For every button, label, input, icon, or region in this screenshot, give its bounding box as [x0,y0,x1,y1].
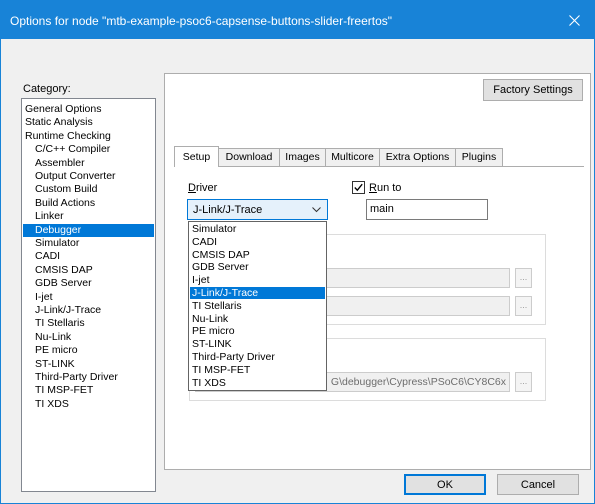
category-item[interactable]: ST-LINK [23,358,154,371]
tab-images[interactable]: Images [279,148,326,166]
category-item[interactable]: Runtime Checking [23,130,154,143]
tab-multicore[interactable]: Multicore [325,148,380,166]
browse-button-3[interactable]: ... [515,372,532,392]
driver-option[interactable]: Third-Party Driver [190,351,325,363]
check-icon [354,183,363,192]
close-icon [568,14,580,26]
driver-select-value: J-Link/J-Trace [193,204,263,216]
category-item[interactable]: CMSIS DAP [23,264,154,277]
tab-setup[interactable]: Setup [174,146,219,167]
cancel-button[interactable]: Cancel [497,474,579,495]
category-item[interactable]: GDB Server [23,277,154,290]
category-item[interactable]: C/C++ Compiler [23,143,154,156]
driver-option[interactable]: I-jet [190,274,325,286]
run-to-checkbox[interactable] [352,181,365,194]
category-item[interactable]: Debugger [23,223,154,237]
driver-option[interactable]: GDB Server [190,261,325,273]
run-to-input[interactable]: main [366,199,488,220]
category-item[interactable]: J-Link/J-Trace [23,304,154,317]
driver-option[interactable]: ST-LINK [190,338,325,350]
driver-option[interactable]: TI Stellaris [190,300,325,312]
tab-download[interactable]: Download [218,148,280,166]
category-item[interactable]: Simulator [23,237,154,250]
category-label: Category: [23,83,71,95]
driver-option[interactable]: TI XDS [190,377,325,389]
run-to-label: Run to [369,182,402,194]
driver-option[interactable]: PE micro [190,325,325,337]
category-item[interactable]: Static Analysis [23,116,154,129]
driver-option[interactable]: CADI [190,236,325,248]
title-bar[interactable]: Options for node "mtb-example-psoc6-caps… [1,1,594,39]
window-title: Options for node "mtb-example-psoc6-caps… [10,14,393,28]
category-item[interactable]: PE micro [23,344,154,357]
category-item[interactable]: General Options [23,103,154,116]
driver-select[interactable]: J-Link/J-Trace [187,199,328,220]
category-item[interactable]: TI Stellaris [23,317,154,330]
driver-option[interactable]: CMSIS DAP [190,249,325,261]
tab-plugins[interactable]: Plugins [455,148,503,166]
category-item[interactable]: Assembler [23,157,154,170]
tab-extra-options[interactable]: Extra Options [379,148,456,166]
category-item[interactable]: TI MSP-FET [23,384,154,397]
factory-settings-button[interactable]: Factory Settings [483,79,583,101]
driver-option[interactable]: Nu-Link [190,313,325,325]
category-list[interactable]: General Options Static Analysis Runtime Ch… [21,98,156,492]
ok-button[interactable]: OK [404,474,486,495]
category-item[interactable]: Linker [23,210,154,223]
category-item[interactable]: Custom Build [23,183,154,196]
browse-button-1[interactable]: ... [515,268,532,288]
category-item[interactable]: TI XDS [23,398,154,411]
chevron-down-icon [312,207,321,213]
close-button[interactable] [554,1,594,39]
driver-option[interactable]: Simulator [190,223,325,235]
browse-button-2[interactable]: ... [515,296,532,316]
driver-option[interactable]: TI MSP-FET [190,364,325,376]
category-item[interactable]: CADI [23,250,154,263]
driver-option[interactable]: J-Link/J-Trace [190,287,325,299]
device-path-text: G\debugger\Cypress\PSoC6\CY8C6x [330,376,506,388]
driver-dropdown-list[interactable]: Simulator CADI CMSIS DAP GDB Server I-jet J-L… [188,221,327,391]
category-item[interactable]: Output Converter [23,170,154,183]
category-item[interactable]: Third-Party Driver [23,371,154,384]
category-item[interactable]: I-jet [23,291,154,304]
category-item[interactable]: Nu-Link [23,331,154,344]
driver-label: Driver [188,182,218,194]
category-item[interactable]: Build Actions [23,197,154,210]
